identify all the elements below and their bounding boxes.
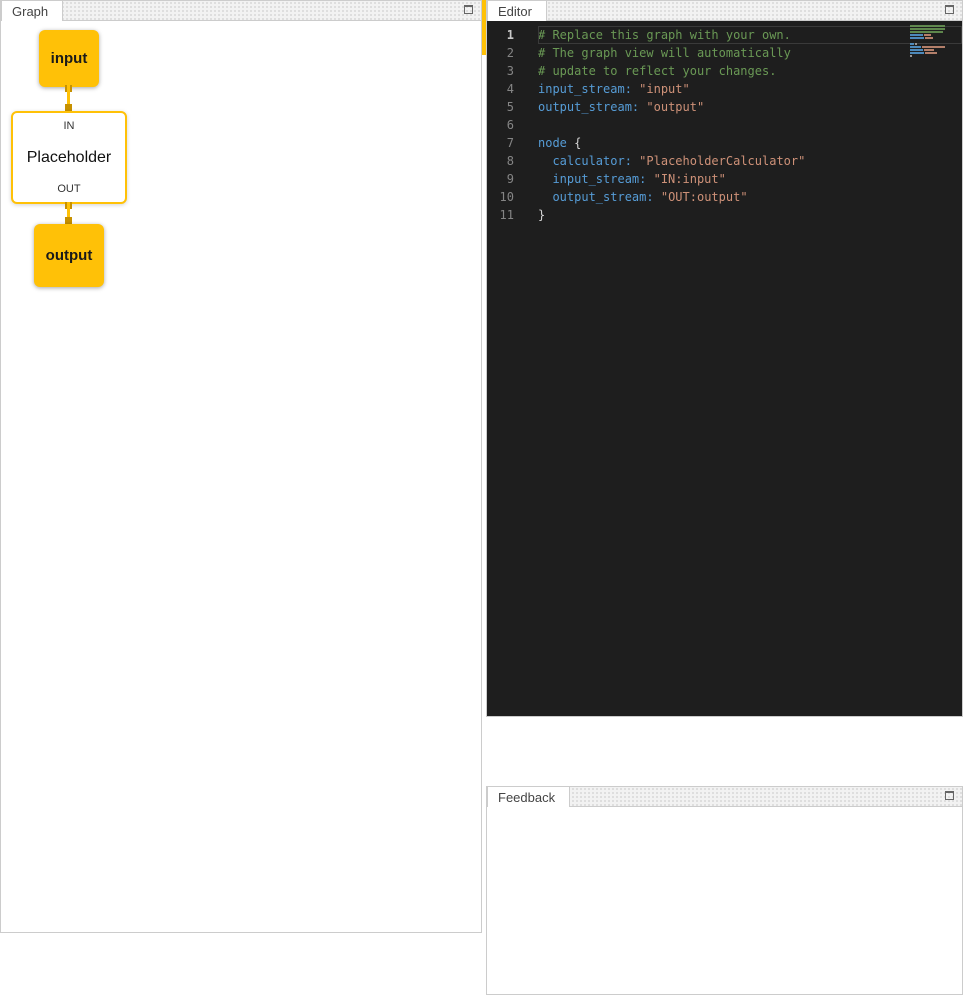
placeholder-node-label: Placeholder [27,149,112,167]
graph-node-output[interactable]: output [34,224,104,287]
placeholder-out-label: OUT [57,183,80,195]
code-line[interactable]: # Replace this graph with your own. [538,26,962,44]
tab-feedback-label: Feedback [498,790,555,805]
app-root: MediaPipe New Upload Graph [0,0,963,995]
input-port-icon [65,217,72,224]
tab-graph[interactable]: Graph [1,0,63,21]
feedback-content [487,807,962,994]
graph-node-output-label: output [46,247,93,264]
feedback-panel: Feedback [486,786,963,995]
feedback-popout-icon[interactable] [945,791,954,800]
graph-node-input-label: input [51,50,88,67]
code-line[interactable]: input_stream: "IN:input" [538,170,962,188]
code-line[interactable]: input_stream: "input" [538,80,962,98]
code-line[interactable] [538,116,962,134]
code-line[interactable]: calculator: "PlaceholderCalculator" [538,152,962,170]
code-lines[interactable]: # Replace this graph with your own.# The… [527,26,962,716]
code-line[interactable]: output_stream: "output" [538,98,962,116]
editor-popout-icon[interactable] [945,5,954,14]
editor-panel-titlebar[interactable]: Editor [487,1,962,21]
graph-panel-titlebar[interactable]: Graph [1,1,481,21]
graph-node-input[interactable]: input [39,30,99,87]
tab-editor[interactable]: Editor [487,0,547,21]
tab-graph-label: Graph [12,4,48,19]
code-line[interactable]: node { [538,134,962,152]
graph-canvas[interactable]: input IN Placeholder OUT output [1,21,481,932]
placeholder-in-label: IN [64,120,75,132]
code-line[interactable]: output_stream: "OUT:output" [538,188,962,206]
tab-feedback[interactable]: Feedback [487,786,570,807]
feedback-panel-titlebar[interactable]: Feedback [487,787,962,807]
input-port-icon [65,104,72,111]
code-line[interactable]: } [538,206,962,224]
code-line[interactable]: # update to reflect your changes. [538,62,962,80]
graph-popout-icon[interactable] [464,5,473,14]
editor-panel: Editor 1234567891011 # Replace this grap… [486,0,963,717]
minimap[interactable] [910,25,952,58]
graph-panel: Graph input IN Placeholder OUT output [0,0,482,933]
graph-node-placeholder[interactable]: IN Placeholder OUT [11,111,127,204]
code-line[interactable]: # The graph view will automatically [538,44,962,62]
code-editor[interactable]: 1234567891011 # Replace this graph with … [487,21,962,716]
tab-editor-label: Editor [498,4,532,19]
line-numbers: 1234567891011 [487,26,527,716]
